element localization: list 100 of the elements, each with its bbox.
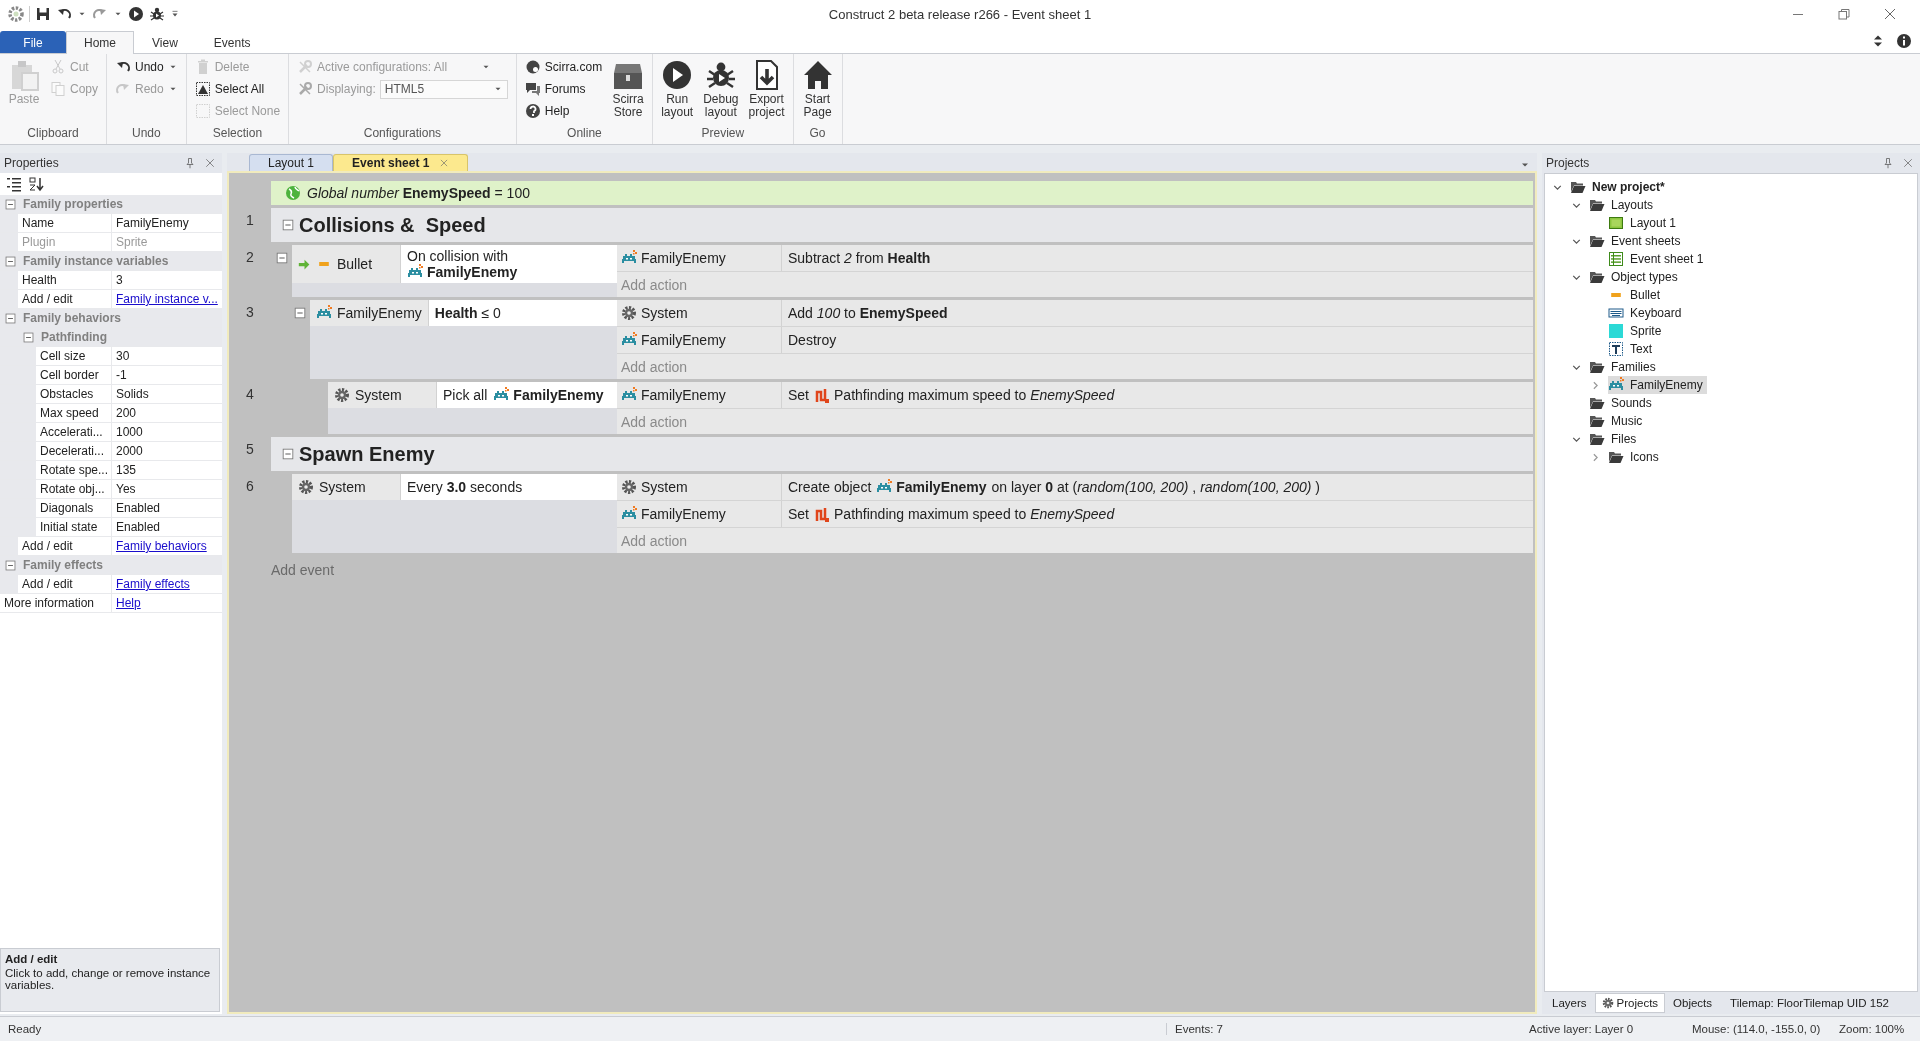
property-value[interactable]: -1 bbox=[112, 366, 222, 384]
property-value[interactable]: Enabled bbox=[112, 499, 222, 517]
property-value[interactable]: 3 bbox=[112, 271, 222, 289]
action-text: Destroy bbox=[788, 332, 837, 348]
tree-item[interactable]: Object types bbox=[1589, 268, 1682, 286]
action-row[interactable]: FamilyEnemy Set Pathfinding maximum speed to EnemySpeed bbox=[617, 382, 1533, 409]
tree-item[interactable]: Sounds bbox=[1589, 394, 1656, 412]
global-variable-row[interactable]: Global number EnemySpeed = 100 bbox=[271, 181, 1533, 205]
tree-item[interactable]: Layout 1 bbox=[1608, 214, 1681, 232]
pin-icon[interactable] bbox=[184, 157, 196, 169]
property-value[interactable]: Yes bbox=[112, 480, 222, 498]
property-value[interactable]: 1000 bbox=[112, 423, 222, 441]
tree-item[interactable]: Bullet bbox=[1608, 287, 1665, 303]
action-row[interactable]: FamilyEnemy Destroy bbox=[617, 327, 1533, 354]
categorized-icon[interactable] bbox=[6, 176, 22, 192]
gear-icon bbox=[621, 479, 637, 495]
object-name: FamilyEnemy bbox=[896, 479, 987, 495]
action-text: Subtract 2 from Health bbox=[788, 250, 931, 266]
tree-item[interactable]: New project* bbox=[1570, 178, 1669, 196]
ribbon-button[interactable]: Undo bbox=[112, 57, 181, 77]
panel-tab[interactable]: Projects bbox=[1594, 993, 1666, 1013]
ribbon-tab[interactable]: Events bbox=[195, 31, 269, 53]
document-tab[interactable]: Layout 1 bbox=[249, 154, 334, 171]
mouse-position: Mouse: (114.0, -155.0, 0) bbox=[1691, 1023, 1822, 1035]
property-value[interactable]: Enabled bbox=[112, 518, 222, 536]
action-row[interactable]: FamilyEnemy Set Pathfinding maximum speed to EnemySpeed bbox=[617, 501, 1533, 528]
folder-icon bbox=[1589, 395, 1605, 411]
property-value[interactable]: 200 bbox=[112, 404, 222, 422]
property-value[interactable]: 30 bbox=[112, 347, 222, 365]
event-number: 6 bbox=[245, 477, 255, 496]
tree-item[interactable]: Families bbox=[1589, 358, 1660, 376]
ribbon-button[interactable]: Forums bbox=[521, 79, 606, 99]
close-icon[interactable] bbox=[204, 157, 216, 169]
gear-icon bbox=[334, 387, 350, 403]
ribbon-button[interactable]: Select All bbox=[191, 79, 284, 99]
tree-item[interactable]: Text bbox=[1608, 340, 1656, 358]
close-icon[interactable] bbox=[1882, 6, 1898, 22]
action-row[interactable]: System Add 100 to EnemySpeed bbox=[617, 300, 1533, 327]
tree-item[interactable]: Sprite bbox=[1608, 322, 1666, 340]
condition-text: On collision with bbox=[407, 248, 509, 264]
ribbon-button[interactable]: Run layout bbox=[658, 57, 697, 126]
invader-icon bbox=[876, 479, 893, 495]
property-link[interactable]: Help bbox=[116, 596, 141, 610]
ribbon-button[interactable]: Scirra.com bbox=[521, 57, 606, 77]
ribbon-button[interactable]: Start Page bbox=[798, 57, 837, 126]
folder-icon bbox=[1570, 179, 1586, 195]
collapse-icon[interactable] bbox=[4, 558, 17, 572]
ribbon-button[interactable]: Debug layout bbox=[700, 57, 742, 126]
ribbon-button[interactable]: Scirra Store bbox=[609, 57, 648, 126]
ribbon-tab[interactable]: View bbox=[134, 31, 196, 53]
collapse-icon[interactable] bbox=[4, 311, 17, 325]
property-value[interactable]: 135 bbox=[112, 461, 222, 479]
panel-tab[interactable]: Objects bbox=[1667, 993, 1719, 1013]
panel-tab[interactable]: Layers bbox=[1546, 993, 1593, 1013]
property-name: Obstacles bbox=[36, 385, 112, 403]
app-logo-icon bbox=[8, 6, 24, 22]
object-name: FamilyEnemy bbox=[513, 387, 604, 403]
collapse-icon[interactable] bbox=[4, 254, 17, 268]
pin-icon[interactable] bbox=[1882, 157, 1894, 169]
tree-item[interactable]: Layouts bbox=[1589, 196, 1658, 214]
ribbon-tab[interactable]: Home bbox=[66, 31, 134, 54]
tree-item[interactable]: Keyboard bbox=[1608, 304, 1686, 322]
restore-icon[interactable] bbox=[1836, 6, 1852, 22]
property-value[interactable]: 2000 bbox=[112, 442, 222, 460]
object-name: FamilyEnemy bbox=[641, 332, 726, 348]
document-tab[interactable]: Event sheet 1 bbox=[333, 154, 469, 171]
property-name: Decelerati... bbox=[36, 442, 112, 460]
close-icon[interactable] bbox=[1902, 157, 1914, 169]
folder-icon bbox=[1608, 449, 1624, 465]
property-name: Cell size bbox=[36, 347, 112, 365]
property-name: Add / edit bbox=[18, 290, 112, 308]
property-value[interactable]: Solids bbox=[112, 385, 222, 403]
object-name: System bbox=[319, 479, 366, 495]
tree-item[interactable]: Event sheets bbox=[1589, 232, 1685, 250]
tree-item[interactable]: Icons bbox=[1608, 448, 1663, 466]
category-label: Pathfinding bbox=[41, 330, 107, 344]
sort-icon[interactable] bbox=[28, 176, 44, 192]
action-text: Set bbox=[788, 387, 809, 403]
tree-item[interactable]: Music bbox=[1589, 412, 1647, 430]
property-name: Rotate spe... bbox=[36, 461, 112, 479]
collapse-icon[interactable] bbox=[22, 330, 35, 344]
group-header[interactable]: Collisions & Speed bbox=[271, 208, 1533, 242]
ribbon-button[interactable]: Export project bbox=[745, 57, 788, 126]
ribbon-button[interactable]: Help bbox=[521, 101, 606, 121]
event-number: 1 bbox=[245, 211, 255, 230]
customize-icon[interactable] bbox=[170, 9, 180, 19]
action-row[interactable]: FamilyEnemy Subtract 2 from Health bbox=[617, 245, 1533, 272]
action-row[interactable]: System Create object FamilyEnemy on layer 0 at (random(100, 200) , random(100, 200) ) bbox=[617, 474, 1533, 501]
property-name: Add / edit bbox=[18, 575, 112, 593]
group-header[interactable]: Spawn Enemy bbox=[271, 437, 1533, 471]
info-icon[interactable] bbox=[1896, 33, 1912, 49]
play-icon[interactable] bbox=[128, 6, 144, 22]
invader-icon bbox=[621, 387, 637, 403]
collapse-icon[interactable] bbox=[4, 197, 17, 211]
tree-item[interactable]: FamilyEnemy bbox=[1608, 376, 1707, 394]
tree-item[interactable]: Files bbox=[1589, 430, 1641, 448]
property-value[interactable]: FamilyEnemy bbox=[112, 214, 222, 232]
ribbon-tab[interactable]: File bbox=[0, 31, 66, 53]
bug-icon[interactable] bbox=[149, 6, 165, 22]
tree-item[interactable]: Event sheet 1 bbox=[1608, 250, 1708, 268]
